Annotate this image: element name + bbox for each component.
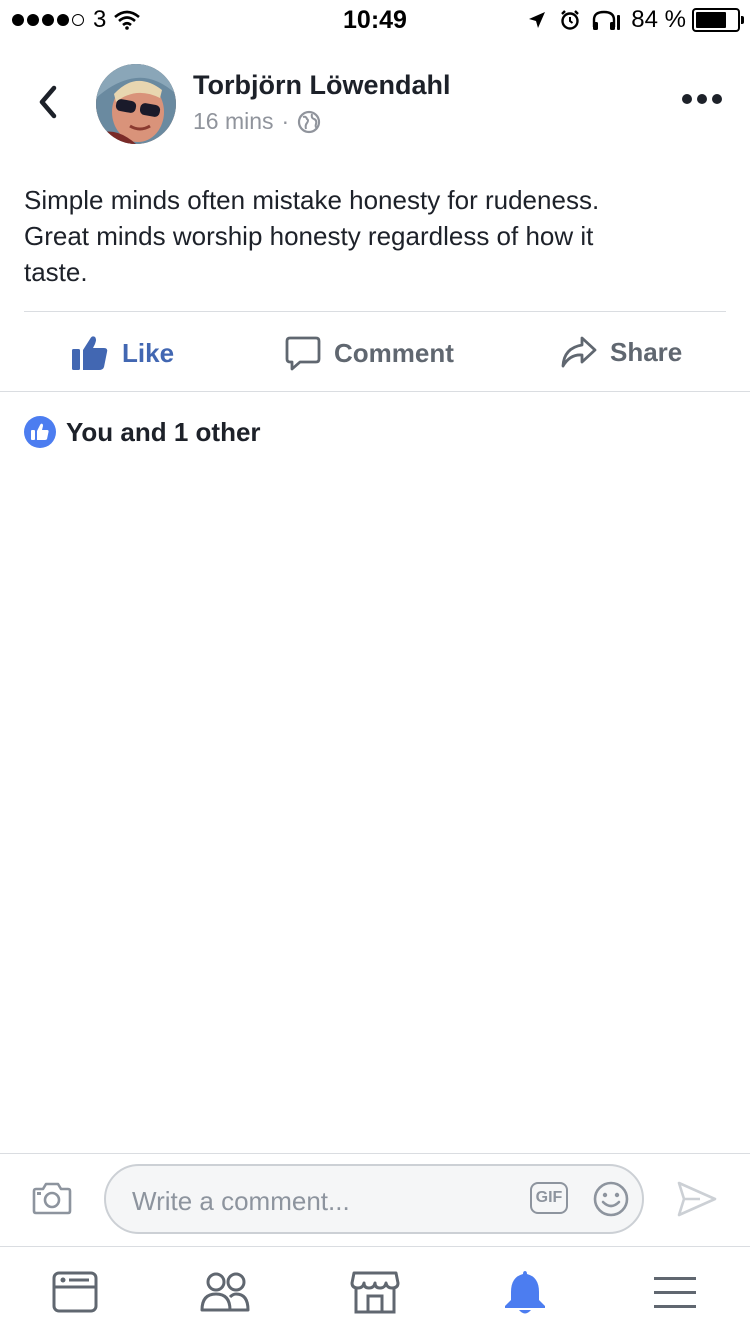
divider xyxy=(0,391,750,392)
tab-friends[interactable] xyxy=(200,1267,250,1317)
tab-menu[interactable] xyxy=(650,1267,700,1317)
tab-notifications[interactable] xyxy=(500,1267,550,1317)
post-time[interactable]: 16 mins xyxy=(193,108,274,135)
post-text-line: Simple minds often mistake honesty for r… xyxy=(24,185,600,215)
chevron-left-icon xyxy=(39,85,57,119)
share-arrow-icon xyxy=(561,336,597,368)
more-options-button[interactable] xyxy=(677,94,722,104)
thumbs-up-icon xyxy=(72,336,108,370)
tab-marketplace[interactable] xyxy=(350,1267,400,1317)
globe-icon xyxy=(298,110,321,133)
comment-composer: GIF xyxy=(104,1164,644,1234)
status-bar: 3 10:49 84 % xyxy=(0,0,750,40)
like-label: Like xyxy=(122,337,175,368)
author-photo xyxy=(96,64,176,144)
post-text-line: taste. xyxy=(24,257,88,287)
notifications-icon xyxy=(505,1271,545,1314)
alarm-icon xyxy=(561,10,580,30)
share-button[interactable]: Share xyxy=(560,334,682,370)
like-reaction-icon xyxy=(24,416,56,448)
headphones-icon xyxy=(593,10,621,30)
sticker-button[interactable] xyxy=(592,1180,630,1223)
menu-icon xyxy=(654,1277,696,1308)
camera-icon xyxy=(32,1182,72,1215)
share-label: Share xyxy=(610,336,683,367)
send-arrow-icon xyxy=(677,1181,717,1217)
battery-percent: 84 % xyxy=(631,6,686,33)
send-button[interactable] xyxy=(676,1180,718,1223)
post-text: Simple minds often mistake honesty for r… xyxy=(24,182,724,290)
meta-separator: · xyxy=(281,108,290,134)
smiley-icon xyxy=(593,1181,629,1217)
comment-label: Comment xyxy=(334,337,454,368)
location-arrow-icon xyxy=(529,12,546,28)
news-feed-icon xyxy=(52,1271,98,1313)
friends-icon xyxy=(200,1272,250,1312)
camera-button[interactable] xyxy=(32,1180,72,1221)
more-dots-icon xyxy=(682,94,692,104)
tab-news-feed[interactable] xyxy=(50,1267,100,1317)
comment-input[interactable] xyxy=(130,1180,514,1222)
marketplace-icon xyxy=(350,1271,400,1314)
post-actions: Like Comment Share xyxy=(0,320,750,388)
bottom-tab-bar xyxy=(0,1247,750,1334)
author-name[interactable]: Torbjörn Löwendahl xyxy=(193,70,450,101)
divider xyxy=(24,311,726,312)
comment-button[interactable]: Comment xyxy=(284,334,454,372)
avatar[interactable] xyxy=(96,64,176,144)
back-button[interactable] xyxy=(30,82,70,122)
reactions-summary[interactable]: You and 1 other xyxy=(24,416,261,448)
like-button[interactable]: Like xyxy=(70,334,174,372)
divider xyxy=(0,1153,750,1154)
post-meta: 16 mins · xyxy=(193,108,321,135)
battery-icon xyxy=(692,8,744,32)
gif-button[interactable]: GIF xyxy=(530,1182,568,1214)
comment-bubble-icon xyxy=(285,336,321,371)
post-text-line: Great minds worship honesty regardless o… xyxy=(24,221,594,251)
status-right: 84 % xyxy=(527,6,744,34)
reactions-text: You and 1 other xyxy=(66,416,261,447)
